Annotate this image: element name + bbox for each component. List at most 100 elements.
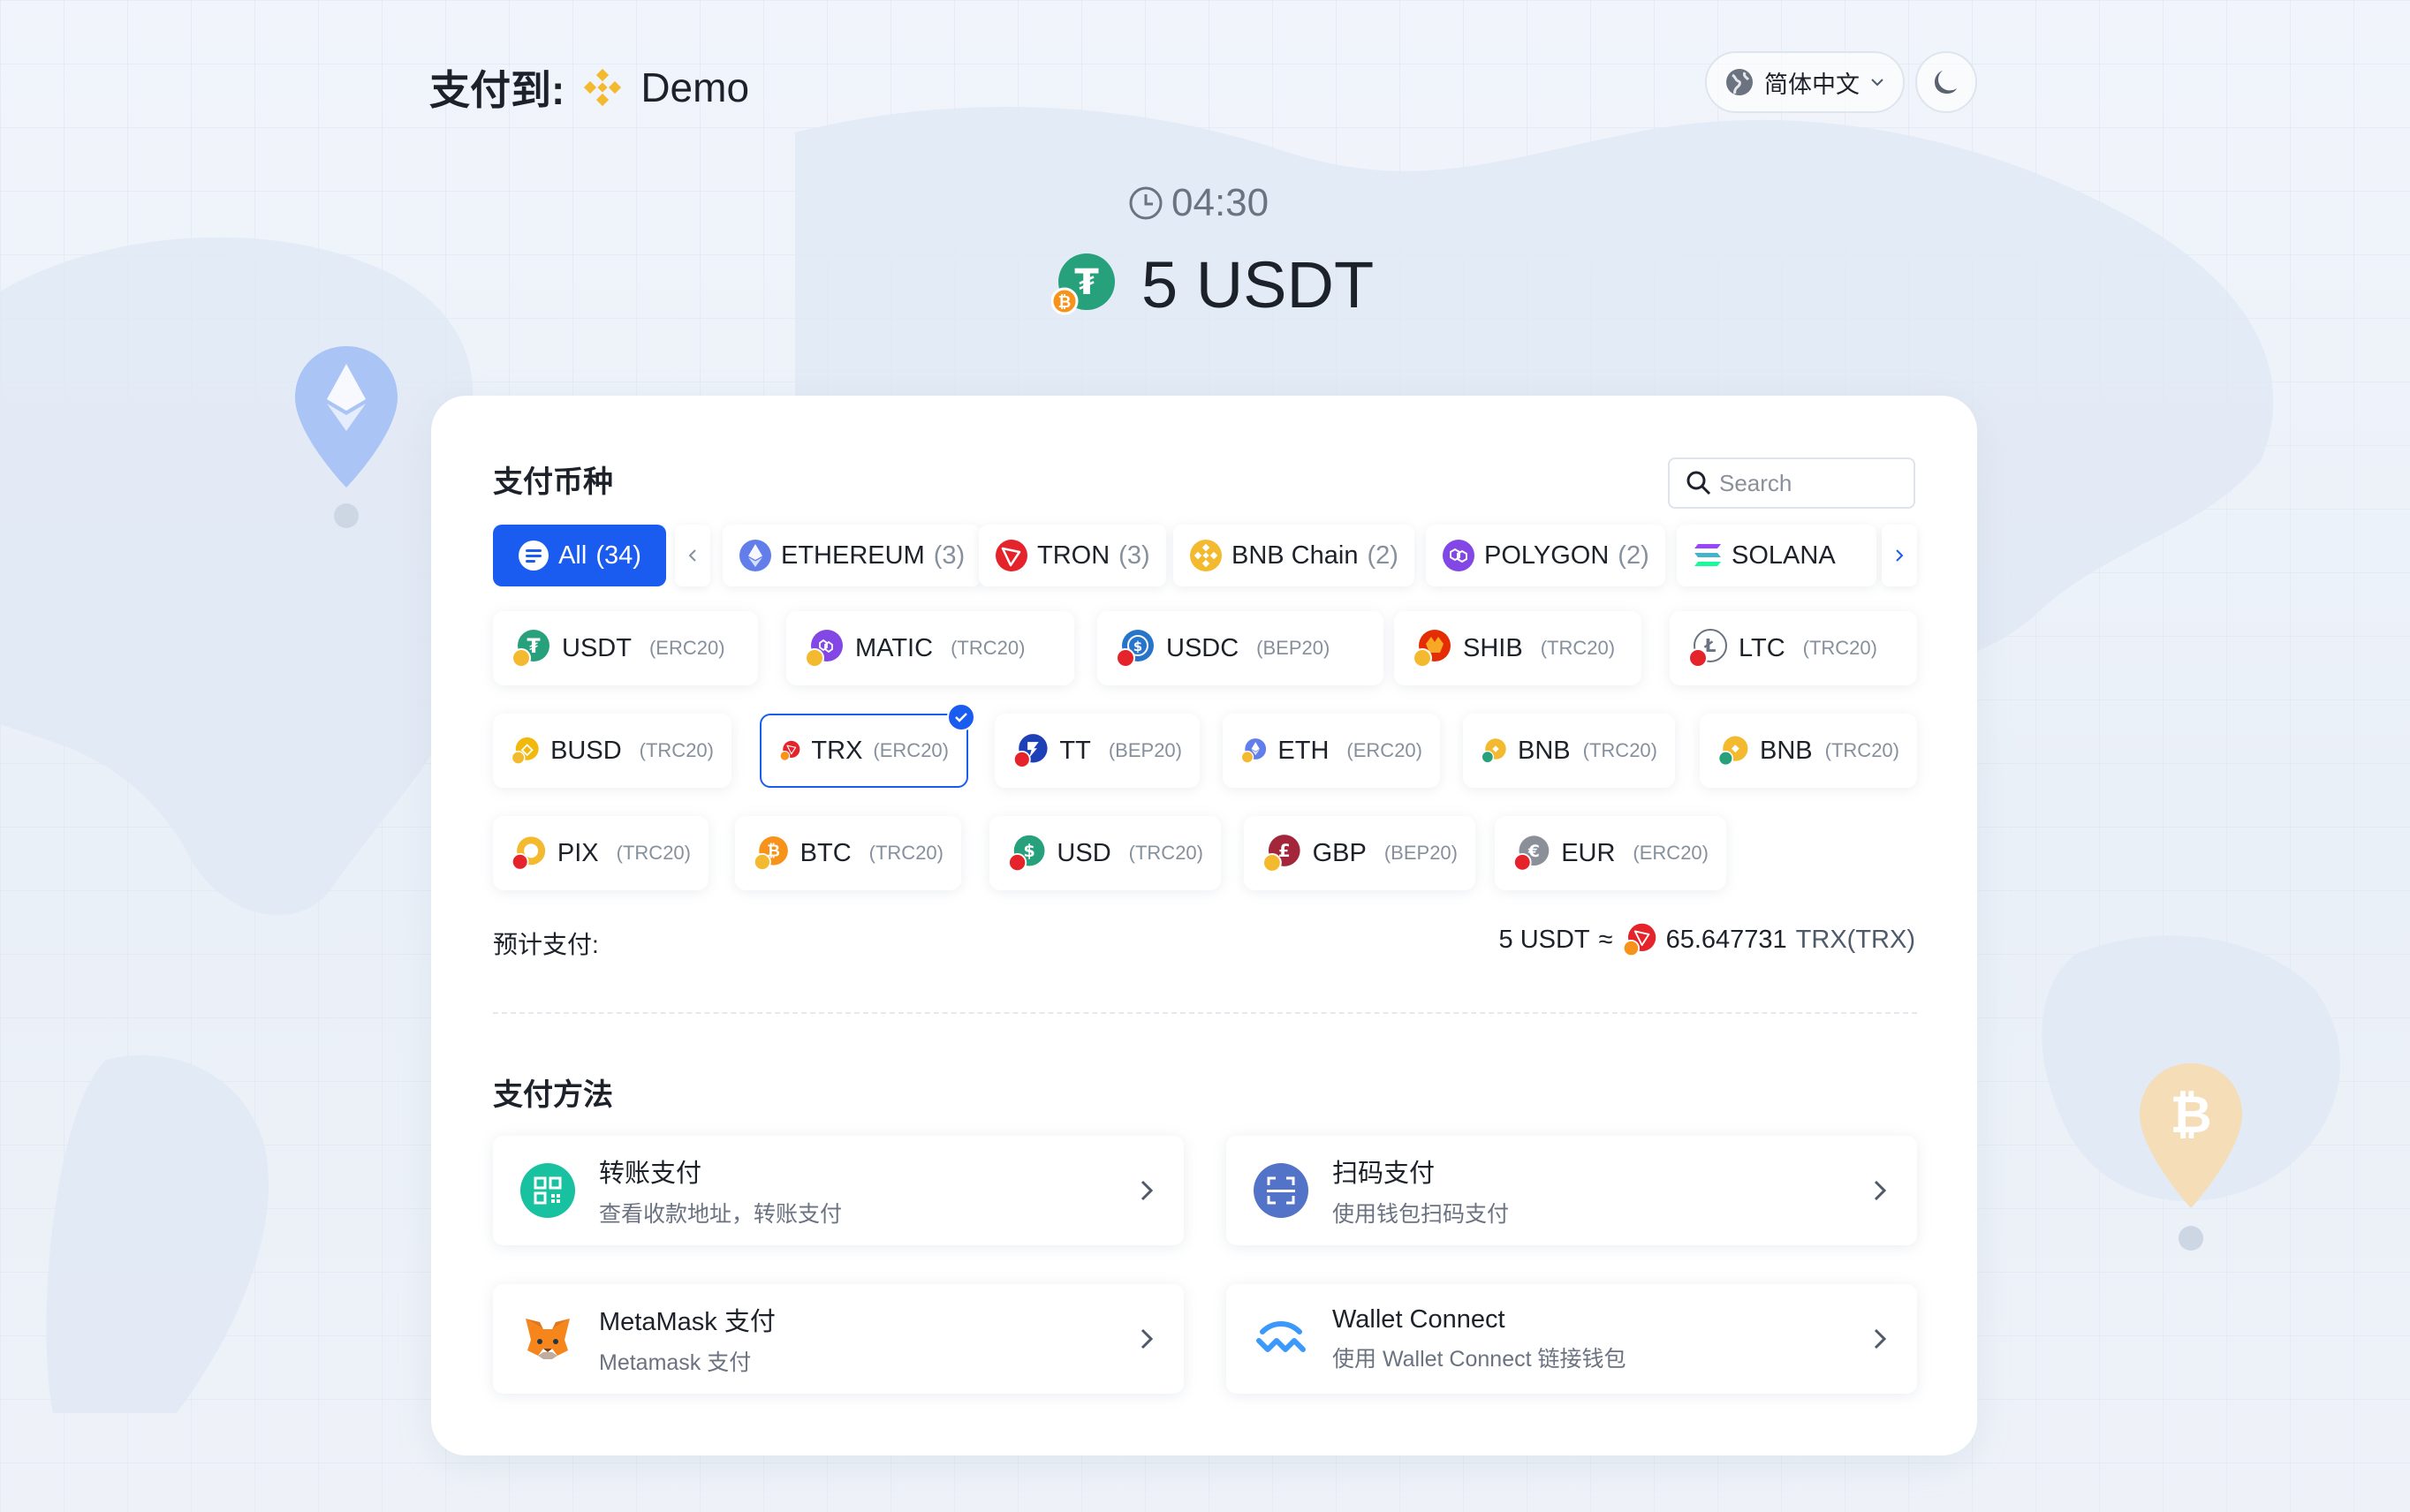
eth-icon: [1240, 738, 1267, 764]
payment-card: 支付币种 All (34): [431, 396, 1977, 1455]
chevron-right-icon: [1896, 549, 1904, 562]
method-title: 转账支付: [599, 1160, 702, 1188]
usdt-bnb-chain-icon: ₮ ₿: [1051, 253, 1115, 315]
section-divider: [493, 1012, 1917, 1014]
network-tab-solana[interactable]: SOLANA: [1677, 525, 1876, 586]
network-tab-tron[interactable]: TRON (3): [979, 525, 1166, 586]
coin-name: BNB: [1518, 736, 1571, 765]
coin-name: MATIC: [855, 633, 934, 662]
coin-option-gbp[interactable]: £ GBP (BEP20): [1244, 816, 1475, 890]
ltc-icon: Ł: [1688, 629, 1727, 668]
coin-name: BNB: [1760, 736, 1813, 765]
method-title: MetaMask 支付: [599, 1308, 776, 1336]
networks-prev-button[interactable]: [675, 525, 710, 586]
pix-icon: [511, 836, 546, 871]
coin-standard: (TRC20): [951, 637, 1026, 659]
method-scan[interactable]: 扫码支付 使用钱包扫码支付: [1226, 1136, 1917, 1245]
pay-to-label: 支付到:: [429, 67, 565, 113]
chevron-right-icon: [1141, 1328, 1154, 1349]
bnb-icon: [1481, 738, 1506, 764]
amount-value: 5 USDT: [1141, 247, 1375, 321]
network-tab-all[interactable]: All (34): [493, 525, 666, 586]
coin-standard: (TRC20): [1128, 842, 1203, 864]
network-tab-count: (2): [1367, 541, 1398, 570]
chevron-right-icon: [1874, 1180, 1887, 1201]
merchant-name: Demo: [640, 64, 750, 110]
countdown-timer: 04:30: [1127, 177, 1286, 230]
btc-location-pin-icon: ₿: [2140, 1063, 2242, 1251]
coin-option-eur[interactable]: € EUR (ERC20): [1495, 816, 1726, 890]
metamask-fox-icon: [519, 1311, 576, 1367]
coin-standard: (TRC20): [868, 842, 944, 864]
eur-icon: €: [1512, 835, 1550, 872]
coin-option-eth[interactable]: ETH (ERC20): [1223, 714, 1440, 788]
network-tab-label: BNB Chain: [1232, 541, 1359, 570]
language-selector[interactable]: 简体中文: [1705, 51, 1905, 113]
search-input[interactable]: [1719, 469, 1905, 497]
coin-option-bnb[interactable]: BNB (TRC20): [1700, 714, 1917, 788]
estimate-unit: TRX(TRX): [1795, 925, 1915, 954]
networks-next-button[interactable]: [1882, 525, 1917, 586]
method-desc: 使用 Wallet Connect 链接钱包: [1332, 1346, 1626, 1372]
coin-option-btc[interactable]: ₿ BTC (TRC20): [735, 816, 961, 890]
network-tab-label: POLYGON: [1484, 541, 1610, 570]
coin-option-usdc[interactable]: $ USDC (BEP20): [1097, 611, 1383, 685]
dark-mode-toggle[interactable]: [1915, 51, 1977, 113]
svg-text:₮: ₮: [1074, 262, 1099, 303]
method-metamask[interactable]: MetaMask 支付 Metamask 支付: [493, 1284, 1184, 1394]
coin-standard: (BEP20): [1383, 842, 1458, 864]
method-transfer[interactable]: 转账支付 查看收款地址，转账支付: [493, 1136, 1184, 1245]
moon-icon: [1935, 71, 1957, 94]
svg-text:$: $: [1133, 639, 1142, 654]
coin-option-ltc[interactable]: Ł LTC (TRC20): [1670, 611, 1917, 685]
tron-icon: [996, 540, 1027, 571]
network-tab-count: (2): [1618, 541, 1649, 570]
method-title: 扫码支付: [1332, 1160, 1436, 1188]
solana-icon: [1694, 544, 1721, 566]
matic-icon: [805, 630, 843, 668]
method-desc: 查看收款地址，转账支付: [599, 1202, 843, 1227]
coin-option-pix[interactable]: PIX (TRC20): [493, 816, 709, 890]
search-icon: [1686, 471, 1711, 495]
coin-option-trx-selected[interactable]: TRX (ERC20): [760, 703, 975, 788]
coin-name: USD: [1057, 838, 1111, 867]
coin-option-usd[interactable]: $ USD (TRC20): [989, 816, 1221, 890]
trx-icon: [779, 740, 800, 761]
bnb-icon: [1717, 736, 1748, 767]
coin-option-shib[interactable]: SHIB (TRC20): [1394, 611, 1641, 685]
method-desc: Metamask 支付: [599, 1350, 752, 1375]
estimate-label: 预计支付:: [493, 931, 599, 958]
chevron-left-icon: [688, 549, 696, 562]
coin-option-usdt[interactable]: ₮ USDT (ERC20): [493, 611, 758, 685]
network-tab-label: TRON: [1037, 541, 1110, 570]
approx-sign: ≈: [1598, 925, 1613, 954]
coin-standard: (TRC20): [1824, 739, 1899, 761]
list-icon: [519, 541, 549, 571]
coin-name: BTC: [800, 838, 852, 867]
coin-name: SHIB: [1463, 633, 1523, 662]
payment-amount: ₮ ₿ 5 USDT: [1051, 247, 1375, 321]
coin-option-matic[interactable]: MATIC (TRC20): [786, 611, 1074, 685]
coin-standard: (BEP20): [1108, 739, 1182, 761]
clock-icon: [1129, 186, 1163, 220]
chevron-down-icon: [1871, 79, 1883, 87]
coin-name: TT: [1059, 736, 1091, 765]
coin-option-bnb[interactable]: BNB (TRC20): [1463, 714, 1675, 788]
method-section-title: 支付方法: [493, 1078, 613, 1112]
bnb-logo-icon: [584, 68, 622, 107]
coin-standard: (ERC20): [648, 637, 725, 659]
chevron-right-icon: [1874, 1328, 1887, 1349]
network-tab-count: (34): [595, 541, 641, 570]
network-tab-ethereum[interactable]: ETHEREUM (3): [723, 525, 981, 586]
coin-option-busd[interactable]: BUSD (TRC20): [493, 714, 731, 788]
network-tab-bnb-chain[interactable]: BNB Chain (2): [1173, 525, 1414, 586]
qr-transfer-icon: [519, 1162, 576, 1219]
coin-standard: (TRC20): [639, 739, 714, 761]
btc-icon: ₿: [753, 835, 788, 871]
search-box[interactable]: [1668, 457, 1915, 509]
usdt-icon: ₮: [512, 630, 549, 668]
network-tab-count: (3): [933, 541, 966, 570]
coin-option-tt[interactable]: TT (BEP20): [995, 714, 1200, 788]
method-wallet-connect[interactable]: Wallet Connect 使用 Wallet Connect 链接钱包: [1226, 1284, 1917, 1394]
network-tab-polygon[interactable]: POLYGON (2): [1426, 525, 1665, 586]
